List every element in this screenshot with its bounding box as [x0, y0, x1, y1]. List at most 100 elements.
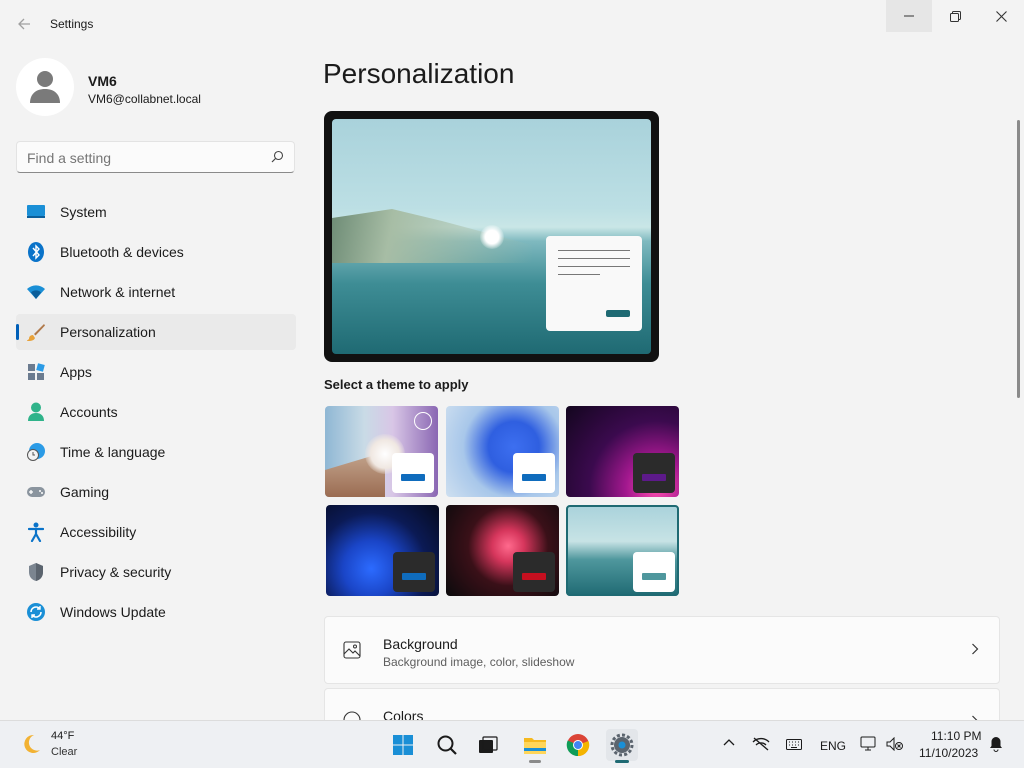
sidebar-item-label: Network & internet [60, 284, 176, 300]
search-input[interactable] [27, 150, 257, 166]
theme-preview [324, 111, 659, 362]
running-indicator [529, 760, 541, 763]
scrollbar[interactable] [1017, 120, 1020, 398]
update-icon [26, 602, 46, 622]
theme-thumbnail-1[interactable] [325, 406, 438, 497]
accessibility-icon [26, 522, 46, 542]
task-view-button[interactable] [472, 729, 504, 761]
bluetooth-icon [26, 242, 46, 262]
taskbar-search-button[interactable] [431, 729, 463, 761]
theme-window-sample [513, 453, 555, 493]
search-icon[interactable] [271, 150, 284, 163]
sidebar-item-label: Bluetooth & devices [60, 244, 184, 260]
preview-window [546, 236, 642, 331]
back-button[interactable] [10, 10, 38, 38]
theme-window-sample [633, 552, 675, 592]
search-box[interactable] [16, 141, 295, 173]
display-icon[interactable] [860, 736, 876, 752]
restore-button[interactable] [932, 0, 978, 32]
preview-accent-button [606, 310, 630, 317]
gear-icon [610, 733, 634, 757]
moon-icon [24, 734, 40, 753]
person-icon [30, 71, 60, 103]
clock-time[interactable]: 11:10 PM [931, 729, 981, 743]
apps-icon [26, 362, 46, 382]
card-title: Background [383, 636, 458, 652]
close-icon [995, 10, 1007, 22]
sidebar-item-label: Privacy & security [60, 564, 172, 580]
notification-bell-icon[interactable] [989, 736, 1003, 752]
theme-thumbnail-5[interactable] [446, 505, 559, 596]
sidebar-item-label: Personalization [60, 324, 156, 340]
sidebar-item-time-language[interactable]: Time & language [16, 434, 296, 470]
sidebar-item-label: Apps [60, 364, 92, 380]
task-view-icon [479, 736, 498, 753]
sidebar-item-label: Accessibility [60, 524, 137, 540]
sidebar-item-privacy[interactable]: Privacy & security [16, 554, 296, 590]
chevron-right-icon [972, 643, 979, 655]
user-profile[interactable]: VM6 VM6@collabnet.local [16, 58, 296, 118]
gamepad-icon [26, 482, 46, 502]
volume-muted-icon[interactable] [886, 737, 904, 751]
page-title: Personalization [323, 58, 515, 89]
windows-logo-icon [393, 735, 413, 755]
start-button[interactable] [387, 729, 419, 761]
weather-temperature: 44°F [51, 730, 75, 742]
app-title: Settings [50, 17, 94, 31]
monitor-icon [26, 202, 46, 222]
sidebar-item-accounts[interactable]: Accounts [16, 394, 296, 430]
theme-window-sample [513, 552, 555, 592]
minimize-button[interactable] [886, 0, 932, 32]
preview-wallpaper [332, 119, 651, 354]
keyboard-icon[interactable] [786, 739, 802, 750]
sidebar-item-apps[interactable]: Apps [16, 354, 296, 390]
taskbar: 44°F Clear ENG 11:10 PM 11/10/2023 [0, 720, 1024, 768]
sidebar-item-label: Windows Update [60, 604, 166, 620]
theme-section-heading: Select a theme to apply [324, 377, 469, 392]
settings-taskbar-button[interactable] [606, 729, 638, 763]
user-email: VM6@collabnet.local [88, 92, 201, 106]
sidebar-item-bluetooth[interactable]: Bluetooth & devices [16, 234, 296, 270]
shield-icon [26, 562, 46, 582]
theme-thumbnail-6-selected[interactable] [566, 505, 679, 596]
search-icon [437, 735, 457, 755]
sidebar-item-network[interactable]: Network & internet [16, 274, 296, 310]
user-name: VM6 [88, 73, 117, 89]
theme-thumbnail-3[interactable] [566, 406, 679, 497]
person-icon [26, 402, 46, 422]
restore-icon [949, 10, 961, 22]
brush-icon [26, 322, 46, 342]
language-indicator[interactable]: ENG [820, 739, 846, 753]
chevron-up-icon[interactable] [723, 738, 735, 746]
chrome-button[interactable] [562, 729, 594, 761]
sidebar-item-label: System [60, 204, 107, 220]
card-subtitle: Background image, color, slideshow [383, 655, 575, 669]
sidebar-item-gaming[interactable]: Gaming [16, 474, 296, 510]
sidebar-item-label: Time & language [60, 444, 166, 460]
image-icon [343, 641, 361, 659]
theme-window-sample [392, 453, 434, 493]
sidebar-item-accessibility[interactable]: Accessibility [16, 514, 296, 550]
file-explorer-button[interactable] [519, 729, 551, 763]
clock-date[interactable]: 11/10/2023 [919, 746, 978, 760]
theme-window-sample [633, 453, 675, 493]
preview-sun [480, 225, 504, 249]
avatar [16, 58, 74, 116]
spotlight-icon [414, 412, 432, 430]
network-disconnected-icon[interactable] [752, 737, 770, 751]
sidebar-item-personalization[interactable]: Personalization [16, 314, 296, 350]
theme-thumbnail-2[interactable] [446, 406, 559, 497]
chrome-icon [566, 734, 590, 757]
theme-window-sample [393, 552, 435, 592]
close-button[interactable] [978, 0, 1024, 32]
running-indicator [615, 760, 629, 763]
sidebar-nav: System Bluetooth & devices Network & int… [16, 194, 296, 634]
minimize-icon [904, 15, 914, 17]
title-bar: Settings [0, 0, 1024, 48]
sidebar-item-system[interactable]: System [16, 194, 296, 230]
sidebar-item-label: Accounts [60, 404, 118, 420]
globe-clock-icon [26, 442, 46, 462]
background-setting-card[interactable]: Background Background image, color, slid… [324, 616, 1000, 684]
theme-thumbnail-4[interactable] [326, 505, 439, 596]
sidebar-item-windows-update[interactable]: Windows Update [16, 594, 296, 630]
